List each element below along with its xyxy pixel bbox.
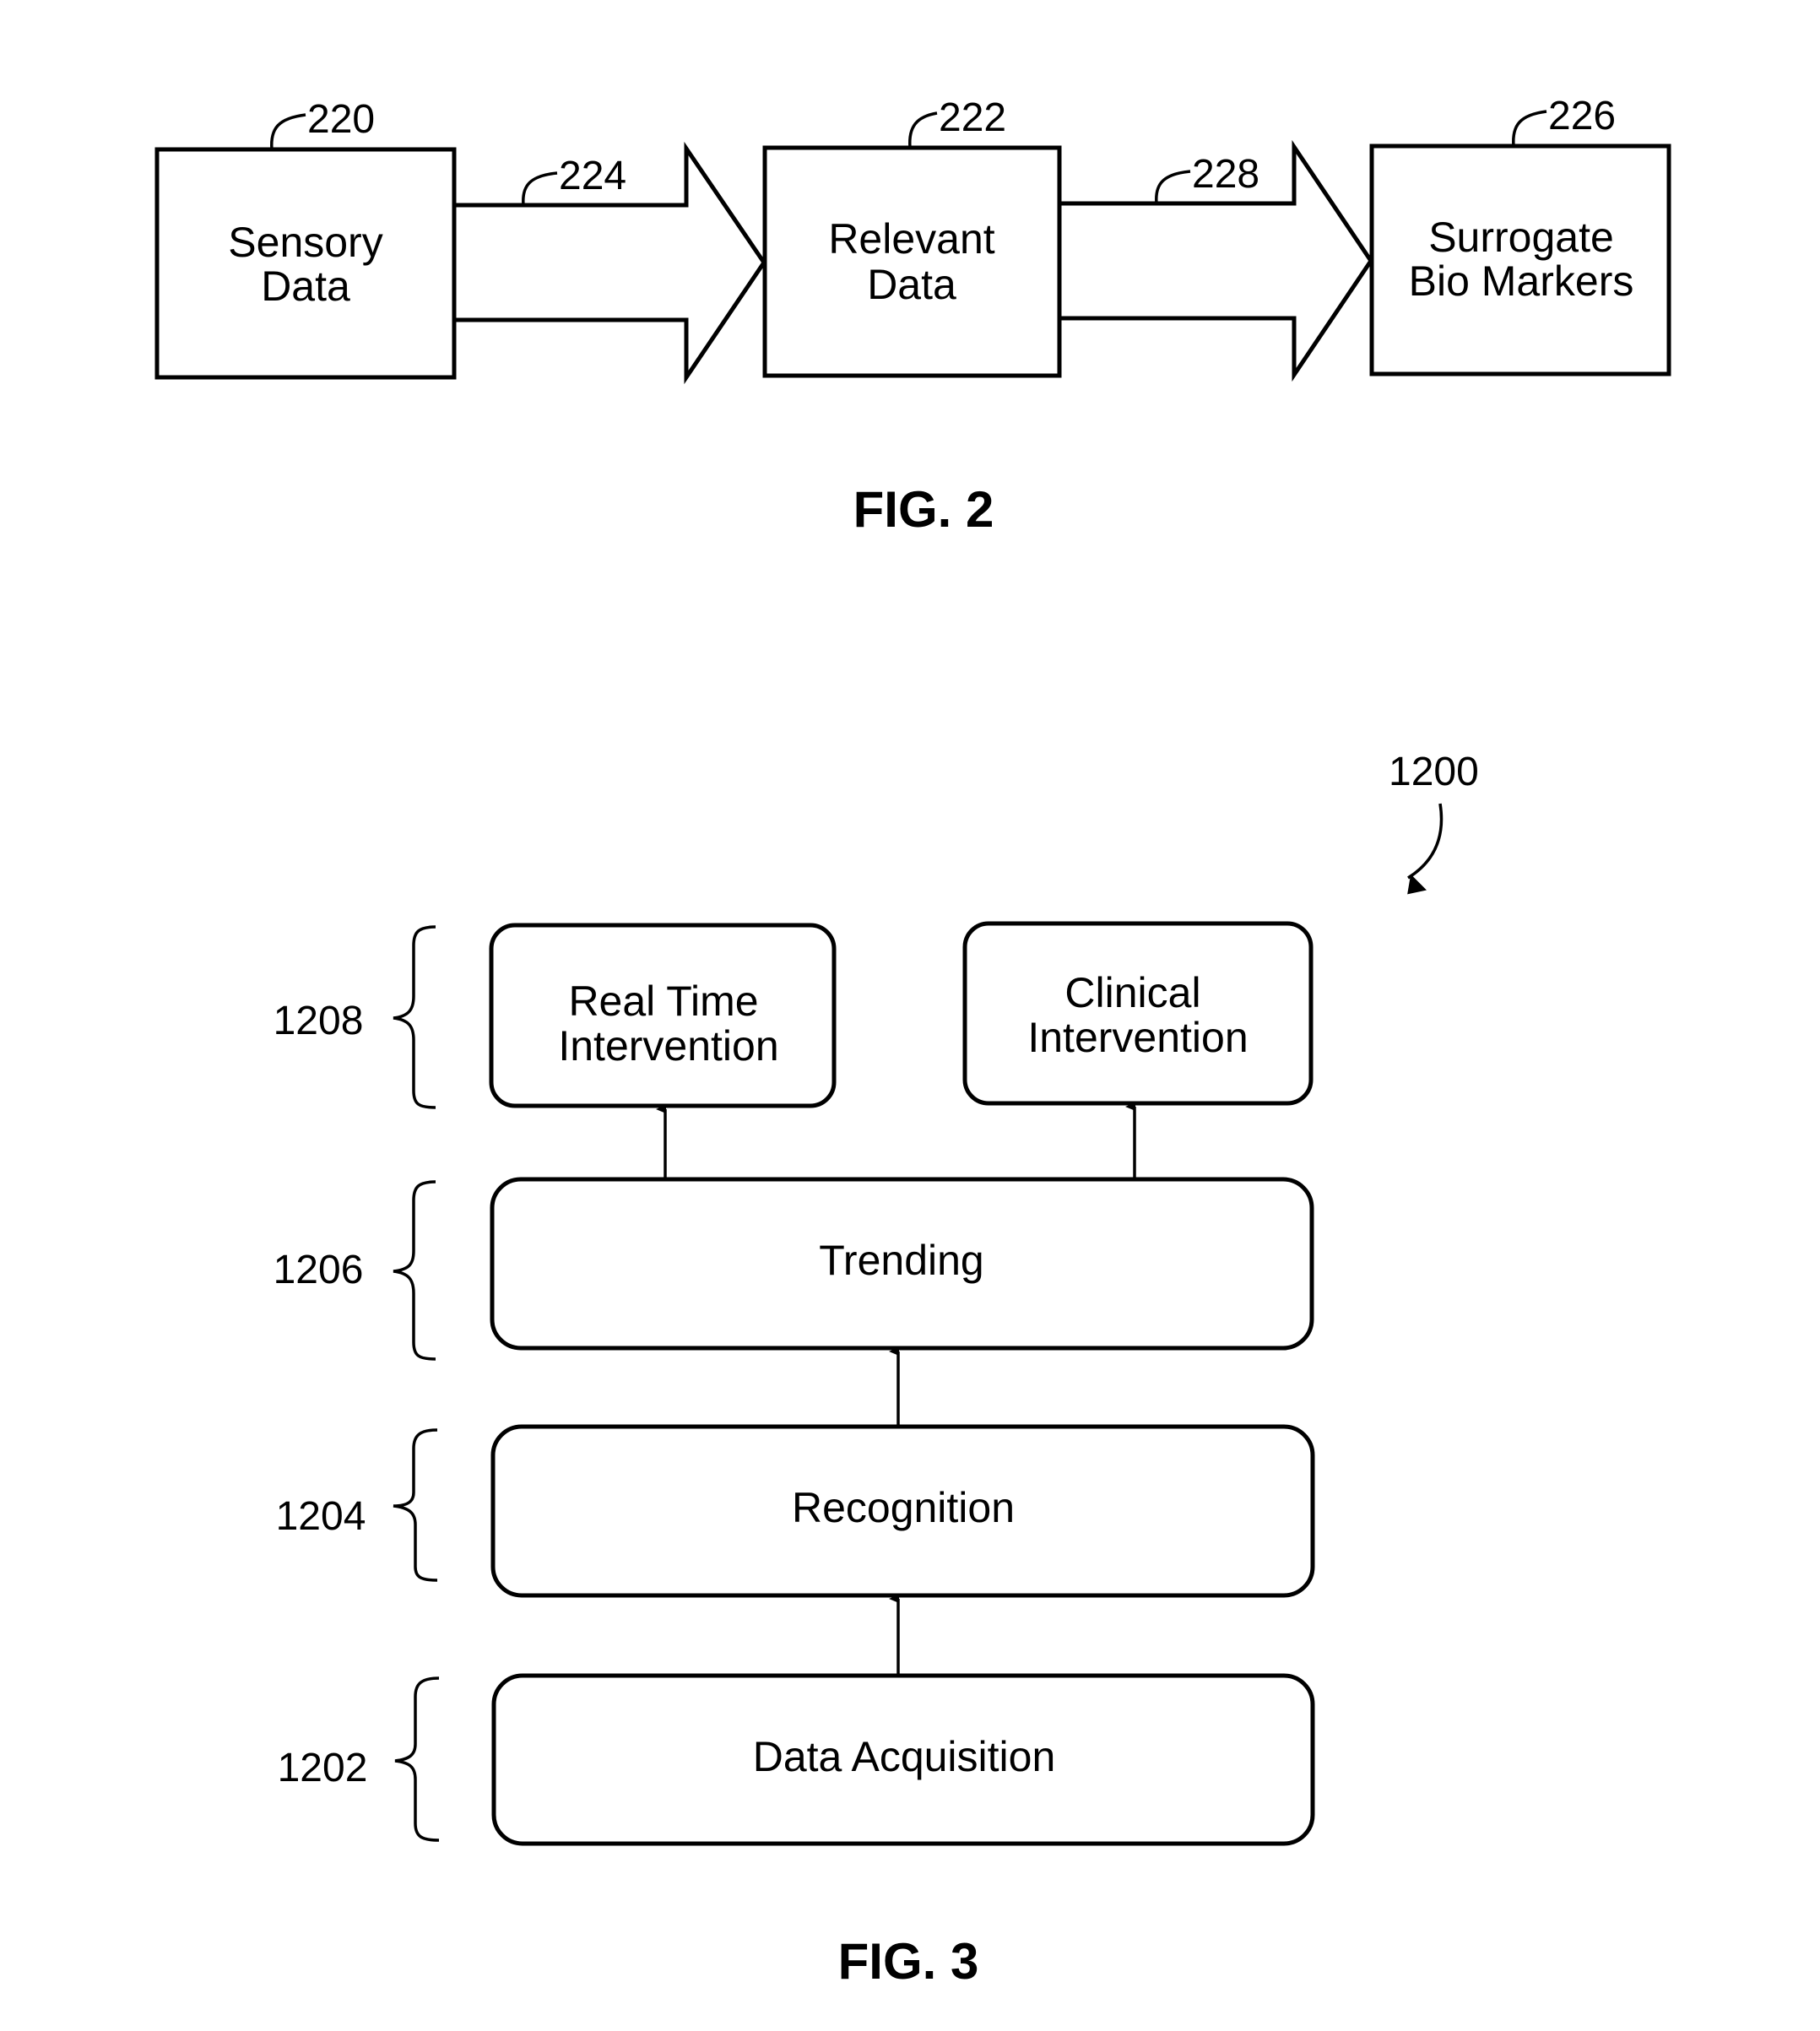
ref-leader-220 xyxy=(270,113,306,150)
trending-box: Trending xyxy=(490,1177,1314,1351)
layer-1208: 1208 Real Time Intervention Clinical Int… xyxy=(274,921,1314,1109)
layer-1202: 1202 Data Acquisition xyxy=(278,1673,1315,1846)
ref-1202: 1202 xyxy=(278,1746,368,1790)
recognition-box: Recognition xyxy=(490,1424,1315,1598)
ref-224: 224 xyxy=(559,154,626,198)
layer-1206: 1206 Trending xyxy=(274,1177,1314,1361)
data-acquisition-label: Data Acquisition xyxy=(753,1733,1056,1780)
sensory-data-line1: Sensory xyxy=(228,219,382,266)
real-time-intervention-box: Real Time Intervention xyxy=(489,923,837,1108)
ref-1204: 1204 xyxy=(276,1494,366,1539)
ref-222: 222 xyxy=(939,95,1006,140)
brace-1204 xyxy=(393,1428,438,1582)
clinical-intervention-box: Clinical Intervention xyxy=(962,921,1314,1106)
arrow-224: 224 xyxy=(454,141,767,385)
fig3-caption: FIG. 3 xyxy=(838,1933,979,1990)
real-time-line2: Intervention xyxy=(558,1022,778,1070)
brace-1208 xyxy=(393,925,436,1109)
sensory-data-box: Sensory Data 220 xyxy=(154,97,457,380)
relevant-data-line1: Relevant xyxy=(828,215,994,263)
layer-1204: 1204 Recognition xyxy=(276,1424,1315,1598)
surrogate-bio-markers-box: Surrogate Bio Markers 226 xyxy=(1369,94,1671,376)
ref-leader-228 xyxy=(1155,170,1191,204)
ref-leader-224 xyxy=(522,171,558,206)
ref-leader-222 xyxy=(908,111,938,149)
fig2: Sensory Data 220 224 Relevant Data 222 2… xyxy=(154,94,1671,538)
ref-226: 226 xyxy=(1548,94,1616,138)
clinical-line2: Intervention xyxy=(1027,1014,1248,1061)
ref-1206: 1206 xyxy=(274,1248,364,1292)
relevant-data-box: Relevant Data 222 xyxy=(762,95,1062,378)
brace-1202 xyxy=(394,1676,440,1842)
brace-1206 xyxy=(393,1180,436,1361)
patent-drawing: Sensory Data 220 224 Relevant Data 222 2… xyxy=(154,94,1671,1990)
fig2-caption: FIG. 2 xyxy=(853,481,994,538)
ref-228: 228 xyxy=(1192,152,1259,197)
ref-arrow-1200 xyxy=(1407,803,1444,895)
sensory-data-line2: Data xyxy=(261,263,350,310)
recognition-label: Recognition xyxy=(792,1484,1015,1531)
ref-220: 220 xyxy=(307,97,375,142)
surrogate-line1: Surrogate xyxy=(1428,214,1614,261)
relevant-data-line2: Data xyxy=(867,261,956,308)
surrogate-line2: Bio Markers xyxy=(1409,257,1634,305)
arrow-228: 228 xyxy=(1059,139,1374,382)
data-acquisition-box: Data Acquisition xyxy=(491,1673,1315,1846)
clinical-line1: Clinical xyxy=(1064,969,1200,1016)
real-time-line1: Real Time xyxy=(568,978,758,1025)
ref-1208: 1208 xyxy=(274,999,364,1043)
ref-1200: 1200 xyxy=(1389,750,1479,794)
trending-label: Trending xyxy=(819,1237,983,1284)
fig3: 1200 1208 Real Time Intervention Clinica… xyxy=(274,750,1479,1990)
ref-leader-226 xyxy=(1512,110,1547,147)
